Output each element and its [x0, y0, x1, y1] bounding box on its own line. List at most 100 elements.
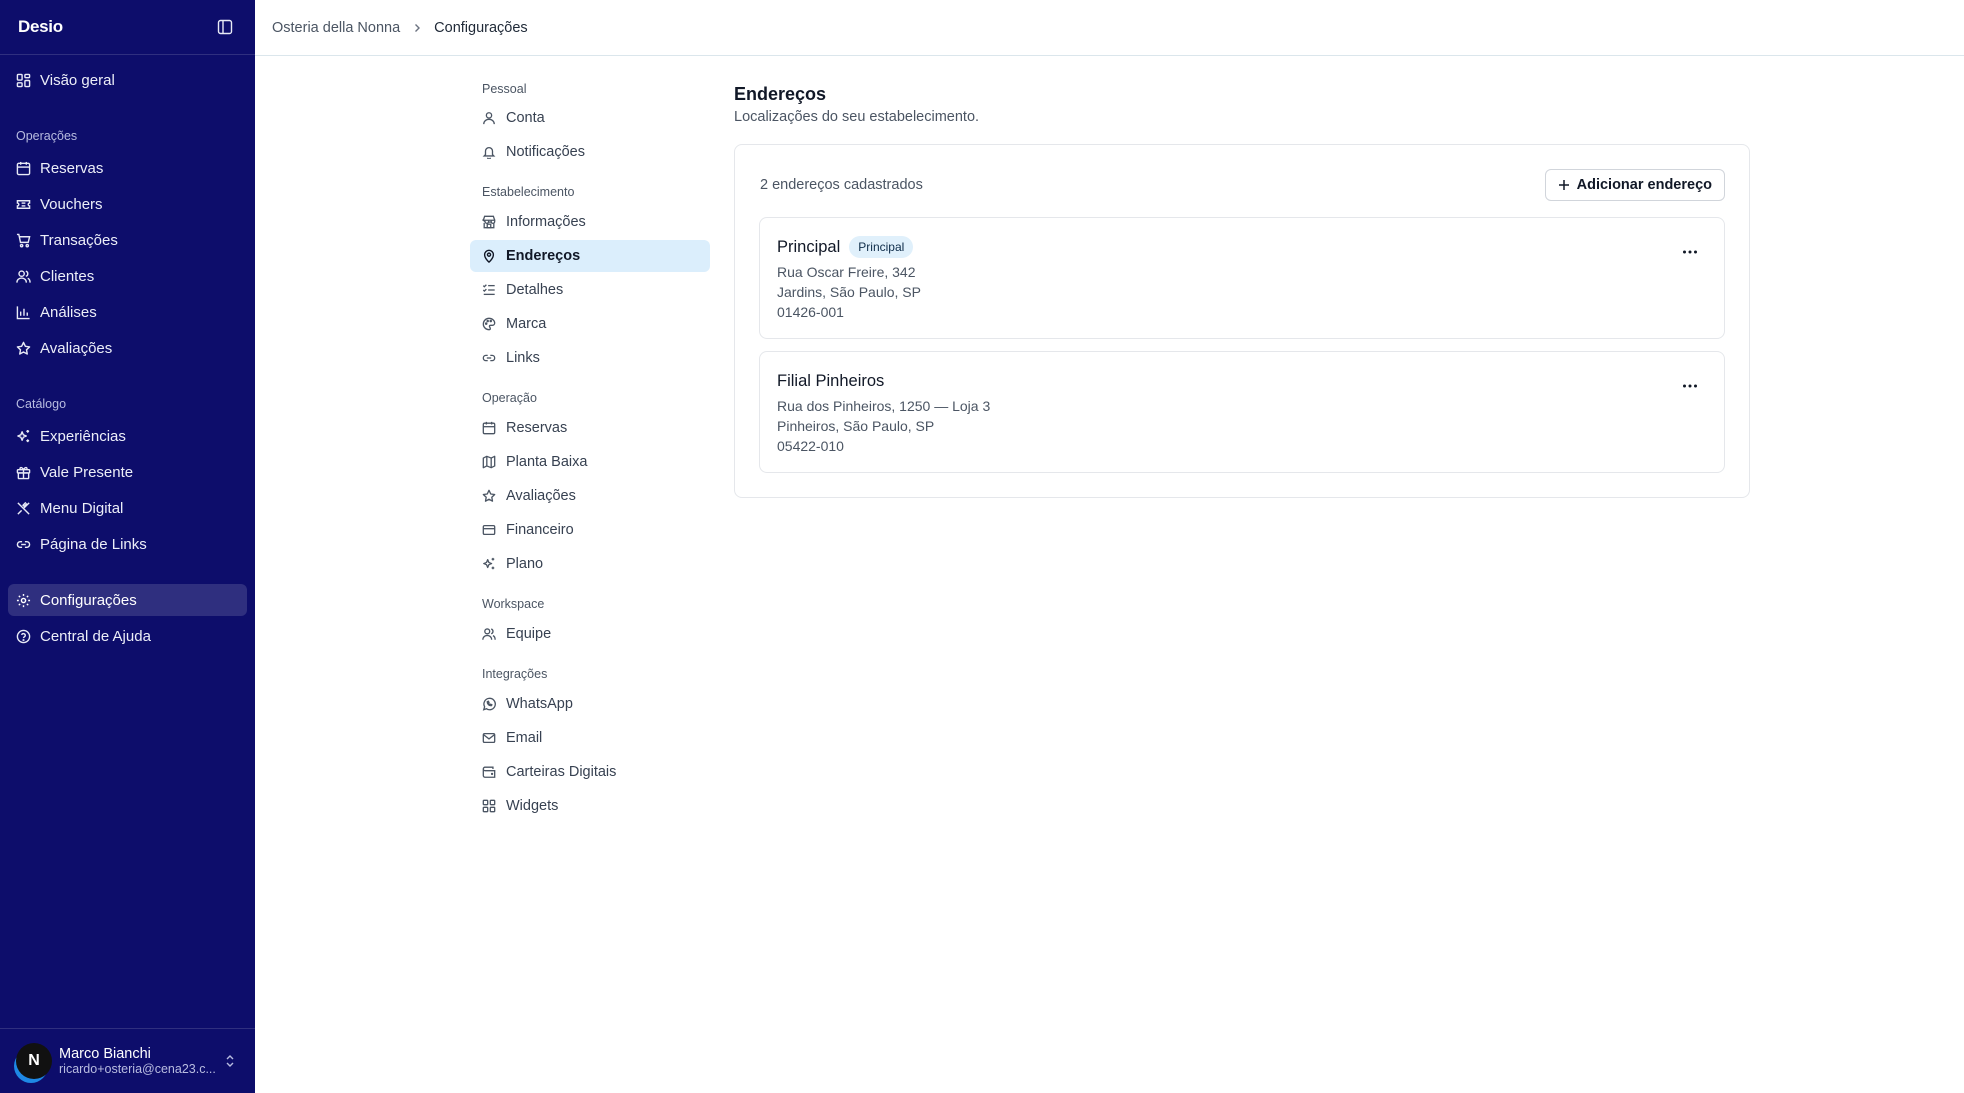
- settings-item-links[interactable]: Links: [470, 342, 710, 374]
- settings-item-widgets[interactable]: Widgets: [470, 790, 710, 822]
- settings-item-label: Informações: [506, 214, 586, 230]
- user-profile[interactable]: N Marco Bianchi ricardo+osteria@cena23.c…: [0, 1028, 255, 1093]
- settings-item-planta-baixa[interactable]: Planta Baixa: [470, 446, 710, 478]
- users-icon: [482, 627, 506, 641]
- dashboard-icon: [16, 64, 40, 96]
- settings-item-carteiras-digitais[interactable]: Carteiras Digitais: [470, 756, 710, 788]
- address-street: Rua Oscar Freire, 342: [777, 264, 916, 280]
- settings-item-enderecos[interactable]: Endereços: [470, 240, 710, 272]
- sidebar-item-label: Clientes: [40, 267, 95, 285]
- settings-item-informacoes[interactable]: Informações: [470, 206, 710, 238]
- sparkles-icon: [482, 557, 506, 571]
- breadcrumb: Osteria della Nonna Configurações: [255, 0, 1964, 56]
- sidebar-item-label: Avaliações: [40, 339, 113, 357]
- sidebar-item-label: Transações: [40, 231, 118, 249]
- sidebar-item-visao-geral[interactable]: Visão geral: [8, 64, 247, 96]
- sidebar: Desio Visão geral Operações Reservas Vou…: [0, 0, 255, 1093]
- sidebar-item-vouchers[interactable]: Vouchers: [8, 188, 247, 220]
- sidebar-item-label: Vale Presente: [40, 463, 134, 481]
- settings-item-label: Widgets: [506, 798, 559, 814]
- settings-section-operacao: Operação: [482, 391, 537, 405]
- sidebar-item-experiencias[interactable]: Experiências: [8, 420, 247, 452]
- settings-item-label: Links: [506, 350, 540, 366]
- addresses-count: 2 endereços cadastrados: [760, 177, 923, 193]
- settings-item-notificacoes[interactable]: Notificações: [470, 136, 710, 168]
- map-pin-icon: [482, 249, 506, 263]
- user-icon: [482, 111, 506, 125]
- sidebar-item-label: Vouchers: [40, 195, 103, 213]
- primary-badge: Principal: [849, 236, 914, 258]
- more-options-icon[interactable]: [1676, 372, 1704, 400]
- sidebar-item-reservas[interactable]: Reservas: [8, 152, 247, 184]
- settings-item-label: WhatsApp: [506, 696, 573, 712]
- cart-icon: [16, 224, 40, 256]
- credit-card-icon: [482, 523, 506, 537]
- address-header: Principal Principal: [777, 235, 1724, 259]
- star-icon: [482, 489, 506, 503]
- settings-item-label: Equipe: [506, 626, 552, 642]
- sidebar-item-label: Central de Ajuda: [40, 627, 151, 645]
- address-zip: 05422-010: [777, 438, 844, 454]
- settings-item-label: Conta: [506, 110, 545, 126]
- sidebar-item-label: Reservas: [40, 159, 104, 177]
- sidebar-item-pagina-de-links[interactable]: Página de Links: [8, 528, 247, 560]
- user-info: Marco Bianchi ricardo+osteria@cena23.c..…: [59, 1046, 219, 1076]
- settings-item-label: Marca: [506, 316, 547, 332]
- settings-item-label: Detalhes: [506, 282, 564, 298]
- gear-icon: [16, 584, 40, 616]
- settings-item-label: Notificações: [506, 144, 585, 160]
- grid-icon: [482, 799, 506, 813]
- sidebar-item-label: Configurações: [40, 591, 137, 609]
- bell-icon: [482, 145, 506, 159]
- breadcrumb-parent-link[interactable]: Osteria della Nonna: [272, 20, 400, 36]
- sidebar-toggle-icon[interactable]: [210, 12, 240, 42]
- settings-item-email[interactable]: Email: [470, 722, 710, 754]
- settings-item-reservas[interactable]: Reservas: [470, 412, 710, 444]
- more-options-icon[interactable]: [1676, 238, 1704, 266]
- utensils-icon: [16, 492, 40, 524]
- settings-item-avaliacoes[interactable]: Avaliações: [470, 480, 710, 512]
- bar-chart-icon: [16, 296, 40, 328]
- sidebar-item-menu-digital[interactable]: Menu Digital: [8, 492, 247, 524]
- sidebar-item-analises[interactable]: Análises: [8, 296, 247, 328]
- sidebar-item-clientes[interactable]: Clientes: [8, 260, 247, 292]
- calendar-icon: [482, 421, 506, 435]
- address-header: Filial Pinheiros: [777, 369, 1724, 393]
- star-icon: [16, 332, 40, 364]
- chevron-up-down-icon[interactable]: [219, 1054, 241, 1068]
- users-icon: [16, 260, 40, 292]
- page-subtitle: Localizações do seu estabelecimento.: [734, 109, 980, 125]
- sidebar-item-transacoes[interactable]: Transações: [8, 224, 247, 256]
- addresses-panel: 2 endereços cadastrados Adicionar endere…: [734, 144, 1750, 498]
- sidebar-section-catalogo: Catálogo: [16, 397, 67, 411]
- user-email: ricardo+osteria@cena23.c...: [59, 1062, 216, 1076]
- wallet-icon: [482, 765, 506, 779]
- settings-nav: Pessoal Conta Notificações Estabelecimen…: [470, 56, 710, 856]
- settings-item-detalhes[interactable]: Detalhes: [470, 274, 710, 306]
- sidebar-item-vale-presente[interactable]: Vale Presente: [8, 456, 247, 488]
- settings-item-equipe[interactable]: Equipe: [470, 618, 710, 650]
- address-card: Filial Pinheiros Rua dos Pinheiros, 1250…: [759, 351, 1725, 473]
- settings-item-label: Reservas: [506, 420, 568, 436]
- calendar-icon: [16, 152, 40, 184]
- sidebar-item-avaliacoes[interactable]: Avaliações: [8, 332, 247, 364]
- app-logo[interactable]: Desio: [18, 17, 63, 37]
- sidebar-item-configuracoes[interactable]: Configurações: [8, 584, 247, 616]
- settings-item-whatsapp[interactable]: WhatsApp: [470, 688, 710, 720]
- settings-item-plano[interactable]: Plano: [470, 548, 710, 580]
- settings-item-financeiro[interactable]: Financeiro: [470, 514, 710, 546]
- help-circle-icon: [16, 620, 40, 652]
- sidebar-item-central-de-ajuda[interactable]: Central de Ajuda: [8, 620, 247, 652]
- store-icon: [482, 215, 506, 229]
- map-icon: [482, 455, 506, 469]
- add-address-button[interactable]: Adicionar endereço: [1544, 169, 1725, 201]
- settings-section-integracoes: Integrações: [482, 667, 548, 681]
- settings-section-pessoal: Pessoal: [482, 82, 527, 96]
- settings-section-estabelecimento: Estabelecimento: [482, 185, 575, 199]
- settings-item-marca[interactable]: Marca: [470, 308, 710, 340]
- address-name: Principal: [777, 237, 841, 256]
- address-street: Rua dos Pinheiros, 1250 — Loja 3: [777, 398, 991, 414]
- address-city: Pinheiros, São Paulo, SP: [777, 418, 935, 434]
- breadcrumb-current: Configurações: [434, 19, 528, 36]
- settings-item-conta[interactable]: Conta: [470, 102, 710, 134]
